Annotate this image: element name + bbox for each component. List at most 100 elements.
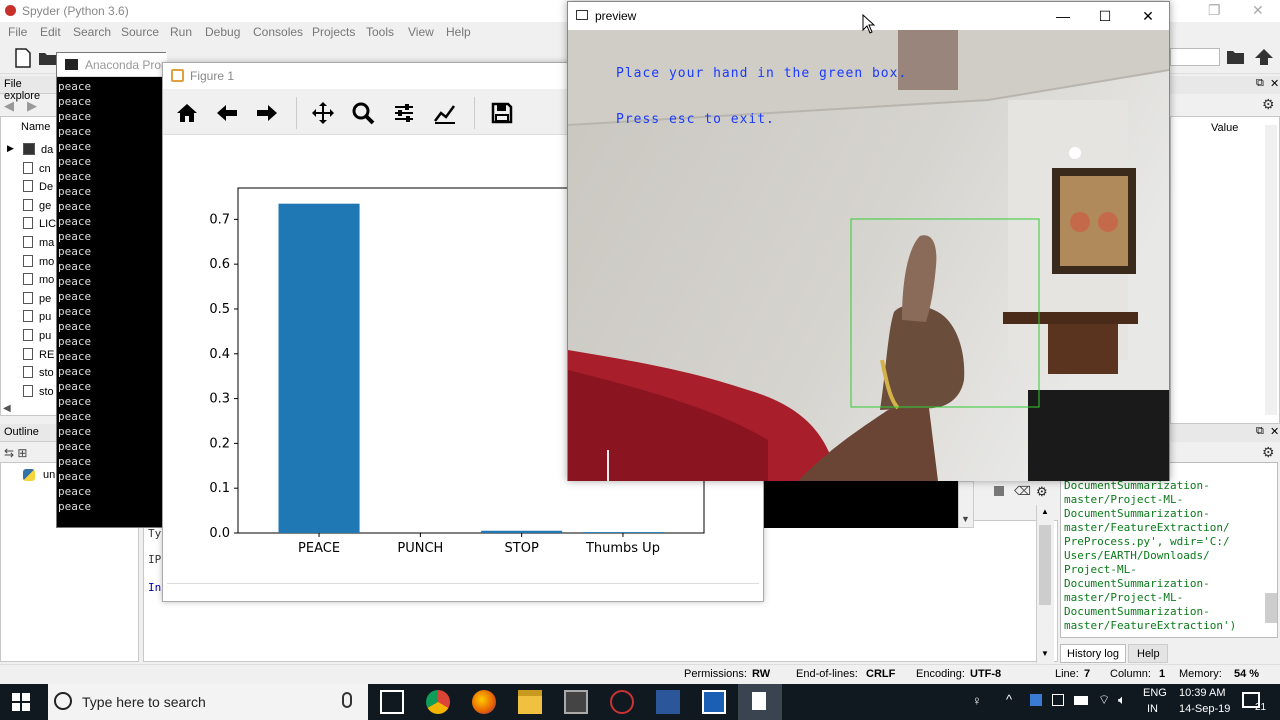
back-icon[interactable]: ◀ [4,98,14,114]
menu-view[interactable]: View [408,25,434,39]
forward-arrow-icon[interactable] [255,101,279,125]
taskbar-search[interactable]: Type here to search [48,684,368,720]
expand-icon[interactable]: ▶ [7,143,14,154]
output-line: peace [58,410,92,423]
eraser-icon[interactable]: ⌫ [1014,484,1031,498]
undock-icon[interactable]: ⧉ [1256,77,1264,90]
wifi-icon[interactable]: ⌔ [1098,692,1110,708]
file-tree-item[interactable]: De [23,180,53,193]
file-name: mo [39,274,55,287]
menu-consoles[interactable]: Consoles [253,25,303,39]
file-icon [23,217,33,230]
menu-projects[interactable]: Projects [312,25,355,39]
menu-debug[interactable]: Debug [205,25,240,39]
pan-icon[interactable] [311,101,335,125]
console-gear-icon[interactable]: ⚙ [1036,484,1048,500]
preview-close-icon[interactable]: ✕ [1133,6,1163,26]
task-view-icon[interactable] [380,690,404,714]
browse-folder-icon[interactable] [1226,48,1246,66]
file-tree-item[interactable]: LIC [23,217,56,230]
output-line: peace [58,260,92,273]
clock-time[interactable]: 10:39 AM [1179,687,1225,699]
file-tree-item[interactable]: pe [23,291,51,305]
output-line: peace [58,395,92,408]
close-icon[interactable]: ✕ [1252,2,1264,19]
chrome-icon[interactable] [426,690,450,714]
menu-edit[interactable]: Edit [40,25,61,39]
save-icon[interactable] [490,101,514,125]
spyder-taskbar-icon[interactable] [610,690,634,714]
new-file-icon[interactable] [14,48,32,68]
python-taskbar-icon[interactable] [702,690,726,714]
working-dir-combo[interactable] [1170,48,1220,66]
file-tree-item[interactable]: RE [23,347,54,361]
microphone-icon[interactable] [342,692,352,708]
menu-source[interactable]: Source [121,25,159,39]
language-bottom[interactable]: IN [1147,703,1158,715]
undock-icon-2[interactable]: ⧉ [1256,425,1264,438]
pane-close-icon[interactable]: ✕ [1270,77,1279,90]
file-tree-item[interactable]: ma [23,236,54,249]
tray-app-icon[interactable] [1030,694,1042,706]
battery-icon[interactable] [1074,696,1088,705]
console-scrollbar[interactable]: ▲ ▼ [1036,505,1054,663]
minimize-icon[interactable]: — [1048,6,1078,26]
parent-dir-icon[interactable] [1254,48,1274,66]
anaconda-title-bar[interactable]: Anaconda Prom [57,53,171,77]
menu-file[interactable]: File [8,25,27,39]
language-top[interactable]: ENG [1143,687,1167,699]
scroll-left-icon[interactable]: ◀ [3,403,11,414]
y-tick-label: 0.7 [209,212,230,227]
menu-help[interactable]: Help [446,25,471,39]
outline-tools-icon[interactable]: ⇆ ⊞ [4,446,27,460]
output-line: peace [58,365,92,378]
home-icon[interactable] [175,101,199,125]
menu-search[interactable]: Search [73,25,111,39]
status-bar: Permissions: RW End-of-lines: CRLF Encod… [0,664,1280,684]
forward-icon[interactable]: ▶ [27,98,37,114]
tab-help[interactable]: Help [1128,644,1168,663]
anaconda-prompt-window[interactable]: Anaconda Prom peace peace peace peace peace p… [56,52,171,528]
variable-scrollbar[interactable] [1265,125,1277,415]
file-tree-item[interactable]: mo [23,254,54,268]
stop-icon[interactable] [994,486,1004,496]
word-icon[interactable] [656,690,680,714]
pane-close-icon-2[interactable]: ✕ [1270,425,1279,438]
permissions-label: Permissions: [684,668,747,680]
zoom-icon[interactable] [351,101,375,125]
open-folder-icon[interactable] [38,50,58,66]
terminal-scrollbar[interactable]: ▼ [958,481,974,528]
active-app-highlight[interactable] [738,684,782,720]
volume-icon[interactable]: 🔈︎ [1118,692,1126,708]
preview-window[interactable]: preview — ☐ ✕ Place your hand in the gre… [567,1,1170,481]
tray-expand-icon[interactable]: ^ [1006,692,1012,707]
file-tree-item[interactable]: sto [23,384,54,398]
maximize-icon[interactable]: ☐ [1090,6,1120,26]
file-tree-item[interactable]: mo [23,273,54,286]
options-gear-icon[interactable]: ⚙ [1262,96,1275,113]
back-arrow-icon[interactable] [215,101,239,125]
options-gear-icon-2[interactable]: ⚙ [1262,444,1275,461]
file-explorer-icon[interactable] [518,690,542,714]
tab-history-log[interactable]: History log [1060,644,1126,663]
file-tree-item[interactable]: sto [23,366,54,379]
file-tree-item[interactable]: da [23,143,53,156]
people-icon[interactable]: ♀ [972,693,982,708]
configure-subplots-icon[interactable] [392,101,416,125]
file-tree-item[interactable]: pu [23,329,51,342]
windows-start-icon[interactable] [12,693,30,711]
file-name: pu [39,330,52,342]
menu-run[interactable]: Run [170,25,192,39]
tray-app-icon-2[interactable] [1052,694,1064,706]
file-tree-item[interactable]: pu [23,310,51,323]
clock-date[interactable]: 14-Sep-19 [1179,703,1230,715]
firefox-icon[interactable] [472,690,496,714]
file-tree-item[interactable]: cn [23,161,51,175]
history-scrollbar[interactable] [1265,593,1277,623]
edit-curves-icon[interactable] [433,101,457,125]
menu-tools[interactable]: Tools [366,25,394,39]
file-tree-item[interactable]: ge [23,198,51,212]
terminal-taskbar-icon[interactable] [564,690,588,714]
outline-item[interactable]: un [43,469,55,481]
restore-icon[interactable]: ❐ [1208,2,1221,19]
